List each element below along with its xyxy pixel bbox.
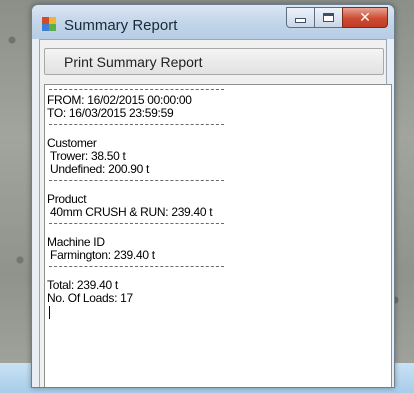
minimize-icon (295, 18, 306, 23)
separator (49, 124, 224, 126)
maximize-button[interactable] (314, 7, 343, 28)
loads-line: No. Of Loads: 17 (47, 291, 133, 305)
text-caret (49, 306, 50, 319)
product-item: 40mm CRUSH & RUN: 239.40 t (47, 205, 213, 219)
date-to: TO: 16/03/2015 23:59:59 (47, 106, 174, 120)
close-button[interactable]: ✕ (342, 7, 388, 28)
window-client-area: Print Summary Report FROM: 16/02/2015 00… (39, 39, 392, 387)
report-text-area[interactable]: FROM: 16/02/2015 00:00:00 TO: 16/03/2015… (44, 84, 392, 387)
title-bar[interactable]: Summary Report ✕ (32, 5, 394, 39)
caption-buttons: ✕ (286, 7, 388, 28)
close-icon: ✕ (359, 9, 371, 26)
print-summary-report-button[interactable]: Print Summary Report (44, 48, 384, 75)
separator (49, 89, 224, 91)
separator (49, 223, 224, 225)
window-title: Summary Report (64, 17, 178, 34)
minimize-button[interactable] (286, 7, 315, 28)
machine-item: Farmington: 239.40 t (47, 248, 155, 262)
customer-item: Undefined: 200.90 t (47, 162, 150, 176)
summary-report-window: Summary Report ✕ Print Summary Report FR… (31, 4, 395, 388)
separator (49, 180, 224, 182)
maximize-icon (323, 13, 334, 22)
app-icon (42, 17, 56, 31)
separator (49, 266, 224, 268)
